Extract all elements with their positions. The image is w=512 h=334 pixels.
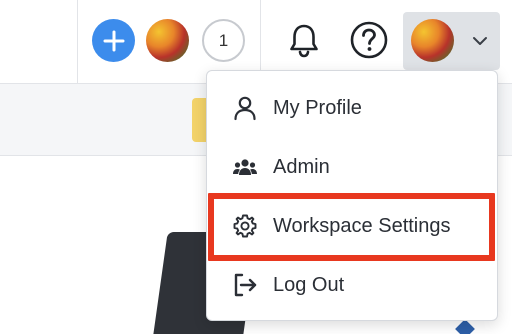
background-image [455,319,475,334]
avatar[interactable] [146,19,189,62]
divider [77,0,78,84]
menu-item-log-out[interactable]: Log Out [207,260,499,310]
help-button[interactable] [348,19,390,61]
menu-item-admin[interactable]: Admin [207,142,499,192]
chevron-down-icon [471,33,489,49]
highlight-box [208,193,495,261]
user-icon [231,94,259,122]
log-out-icon [231,271,259,299]
user-menu-button[interactable] [403,12,500,70]
users-group-icon [231,153,259,181]
notifications-button[interactable] [284,20,324,60]
plus-icon [103,30,124,51]
menu-item-my-profile[interactable]: My Profile [207,83,499,133]
menu-item-label: Admin [273,155,330,178]
menu-item-label: My Profile [273,96,362,119]
add-button[interactable] [92,19,135,62]
question-circle-icon [350,21,388,59]
menu-item-label: Log Out [273,273,345,296]
bell-icon [290,24,318,58]
user-avatar [411,19,454,62]
member-count-badge[interactable]: 1 [202,19,245,62]
